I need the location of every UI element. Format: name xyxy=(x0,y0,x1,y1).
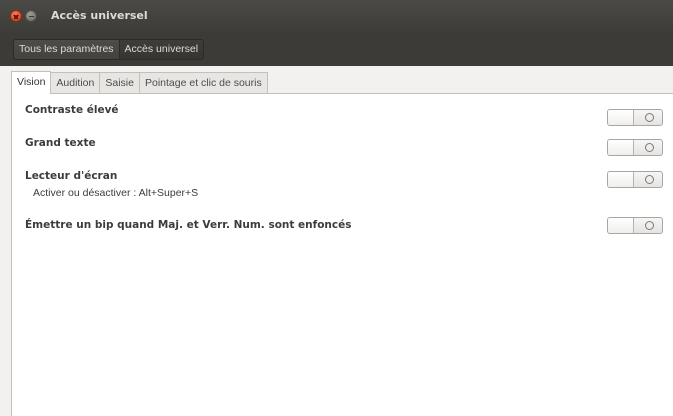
close-icon[interactable] xyxy=(10,10,22,22)
tab-bar: Vision Audition Saisie Pointage et clic … xyxy=(11,71,268,94)
settings-notebook: Vision Audition Saisie Pointage et clic … xyxy=(11,71,673,416)
minimize-icon[interactable] xyxy=(25,10,37,22)
tab-audition[interactable]: Audition xyxy=(51,72,101,94)
tab-saisie[interactable]: Saisie xyxy=(100,72,140,94)
tab-pointage[interactable]: Pointage et clic de souris xyxy=(139,72,268,94)
large-text-label: Grand texte xyxy=(25,137,96,149)
high-contrast-switch[interactable] xyxy=(607,109,663,126)
switch-knob xyxy=(608,218,634,233)
breadcrumb: Tous les paramètres Accès universel xyxy=(13,39,205,60)
large-text-switch[interactable] xyxy=(607,139,663,156)
breadcrumb-universal-access[interactable]: Accès universel xyxy=(118,40,204,59)
screen-reader-switch[interactable] xyxy=(607,171,663,188)
screen-reader-label: Lecteur d'écran xyxy=(25,170,118,182)
window-titlebar: Accès universel xyxy=(0,0,673,32)
off-circle-icon xyxy=(645,175,654,184)
window-title: Accès universel xyxy=(51,9,148,22)
breadcrumb-toolbar: Tous les paramètres Accès universel xyxy=(0,32,673,66)
vision-page: Contraste élevé Grand texte Lecteur d'éc… xyxy=(11,93,673,416)
tab-vision[interactable]: Vision xyxy=(11,71,52,94)
switch-knob xyxy=(608,140,634,155)
off-circle-icon xyxy=(645,143,654,152)
breadcrumb-all-settings[interactable]: Tous les paramètres xyxy=(14,40,119,59)
switch-knob xyxy=(608,110,634,125)
off-circle-icon xyxy=(645,113,654,122)
off-circle-icon xyxy=(645,221,654,230)
toggle-keys-label: Émettre un bip quand Maj. et Verr. Num. … xyxy=(25,219,352,231)
high-contrast-label: Contraste élevé xyxy=(25,104,119,116)
toggle-keys-switch[interactable] xyxy=(607,217,663,234)
screen-reader-shortcut: Activer ou désactiver : Alt+Super+S xyxy=(33,187,199,199)
switch-knob xyxy=(608,172,634,187)
